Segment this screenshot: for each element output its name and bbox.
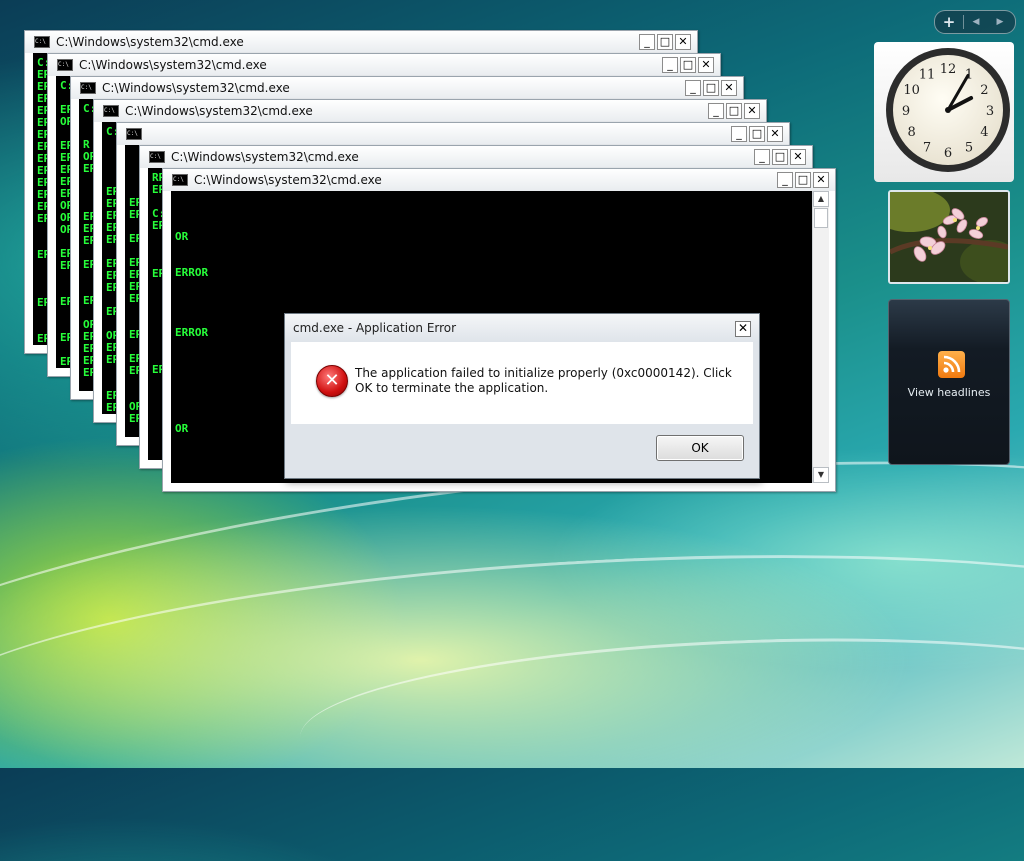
- window-titlebar[interactable]: C:\ C:\Windows\system32\cmd.exe _ □ ✕: [71, 77, 743, 99]
- flower-photo: [890, 192, 1008, 282]
- application-error-dialog: cmd.exe - Application Error ✕ ✕ The appl…: [284, 313, 760, 479]
- rss-icon: [938, 351, 965, 378]
- clock-numeral: 5: [965, 140, 973, 155]
- add-gadget-button[interactable]: +: [935, 13, 963, 31]
- scroll-thumb[interactable]: [814, 208, 828, 228]
- close-button[interactable]: ✕: [675, 34, 691, 50]
- minimize-button[interactable]: _: [731, 126, 747, 142]
- close-button[interactable]: ✕: [744, 103, 760, 119]
- maximize-button[interactable]: □: [703, 80, 719, 96]
- maximize-button[interactable]: □: [657, 34, 673, 50]
- minimize-button[interactable]: _: [662, 57, 678, 73]
- minimize-button[interactable]: _: [639, 34, 655, 50]
- clock-face: 121234567891011: [886, 48, 1010, 172]
- feed-headlines-gadget[interactable]: View headlines: [888, 299, 1010, 465]
- dialog-close-button[interactable]: ✕: [735, 321, 751, 337]
- cmd-icon: C:\: [172, 174, 188, 186]
- cmd-icon: C:\: [149, 151, 165, 163]
- window-title: C:\Windows\system32\cmd.exe: [79, 58, 267, 72]
- cmd-icon: C:\: [34, 36, 50, 48]
- dialog-title: cmd.exe - Application Error: [285, 314, 759, 342]
- error-message: The application failed to initialize pro…: [355, 366, 732, 395]
- window-title: C:\Windows\system32\cmd.exe: [56, 35, 244, 49]
- window-title: C:\Windows\system32\cmd.exe: [194, 173, 382, 187]
- minimize-button[interactable]: _: [708, 103, 724, 119]
- close-button[interactable]: ✕: [813, 172, 829, 188]
- clock-numeral: 8: [907, 125, 915, 140]
- clock-numeral: 6: [944, 146, 952, 161]
- window-titlebar[interactable]: C:\ C:\Windows\system32\cmd.exe _ □ ✕: [140, 146, 812, 168]
- cmd-icon: C:\: [103, 105, 119, 117]
- maximize-button[interactable]: □: [680, 57, 696, 73]
- clock-numeral: 12: [940, 62, 957, 77]
- minimize-button[interactable]: _: [685, 80, 701, 96]
- next-page-button[interactable]: ▶: [988, 17, 1012, 27]
- clock-numeral: 7: [923, 140, 931, 155]
- window-title: C:\Windows\system32\cmd.exe: [125, 104, 313, 118]
- maximize-button[interactable]: □: [749, 126, 765, 142]
- clock-numeral: 10: [903, 83, 920, 98]
- window-titlebar[interactable]: C:\ C:\Windows\system32\cmd.exe _ □ ✕: [48, 54, 720, 76]
- window-title: C:\Windows\system32\cmd.exe: [171, 150, 359, 164]
- scroll-up-button[interactable]: ▲: [813, 191, 829, 207]
- maximize-button[interactable]: □: [795, 172, 811, 188]
- maximize-button[interactable]: □: [772, 149, 788, 165]
- dialog-body: ✕ The application failed to initialize p…: [291, 342, 753, 424]
- error-icon: ✕: [316, 365, 348, 397]
- sidebar-controls: + ◀ ▶: [934, 10, 1016, 34]
- previous-page-button[interactable]: ◀: [964, 17, 988, 27]
- close-button[interactable]: ✕: [790, 149, 806, 165]
- close-button[interactable]: ✕: [721, 80, 737, 96]
- scroll-down-button[interactable]: ▼: [813, 467, 829, 483]
- photo-gadget[interactable]: [888, 190, 1010, 284]
- window-title: C:\Windows\system32\cmd.exe: [102, 81, 290, 95]
- clock-numeral: 4: [980, 125, 988, 140]
- cmd-icon: C:\: [126, 128, 142, 140]
- cmd-icon: C:\: [80, 82, 96, 94]
- close-button[interactable]: ✕: [698, 57, 714, 73]
- close-button[interactable]: ✕: [767, 126, 783, 142]
- clock-numeral: 3: [986, 104, 994, 119]
- clock-numeral: 11: [919, 68, 936, 83]
- minimize-button[interactable]: _: [777, 172, 793, 188]
- maximize-button[interactable]: □: [726, 103, 742, 119]
- minimize-button[interactable]: _: [754, 149, 770, 165]
- ok-button[interactable]: OK: [656, 435, 744, 461]
- clock-numeral: 9: [902, 104, 910, 119]
- window-titlebar[interactable]: C:\ C:\Windows\system32\cmd.exe _ □ ✕: [163, 169, 835, 191]
- cmd-icon: C:\: [57, 59, 73, 71]
- view-headlines-link[interactable]: View headlines: [889, 386, 1009, 399]
- window-titlebar[interactable]: C:\ C:\Windows\system32\cmd.exe _ □ ✕: [25, 31, 697, 53]
- window-titlebar[interactable]: C:\ C:\Windows\system32\cmd.exe _ □ ✕: [94, 100, 766, 122]
- window-titlebar[interactable]: C:\ _ □ ✕: [117, 123, 789, 145]
- vertical-scrollbar[interactable]: ▲ ▼: [812, 191, 829, 483]
- clock-gadget[interactable]: 121234567891011: [874, 42, 1014, 182]
- clock-numeral: 2: [980, 83, 988, 98]
